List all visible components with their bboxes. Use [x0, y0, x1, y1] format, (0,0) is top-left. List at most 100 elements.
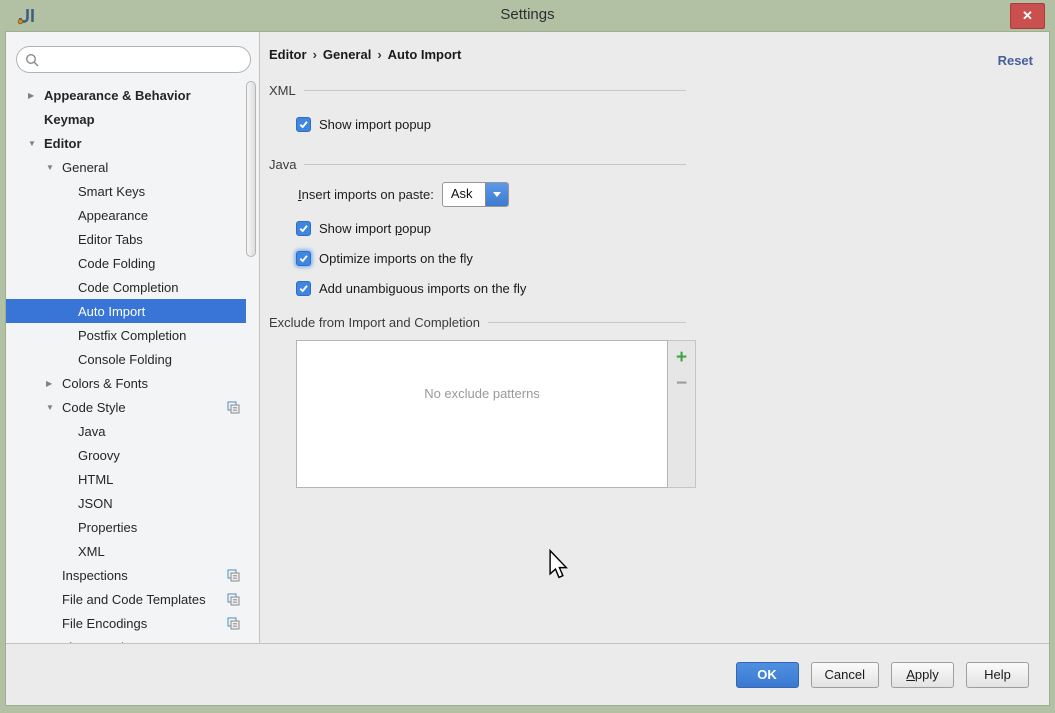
checkbox-checked-icon[interactable]	[296, 281, 311, 296]
search-icon	[25, 53, 39, 67]
sidebar-item-html[interactable]: HTML	[6, 467, 246, 491]
empty-list-text: No exclude patterns	[424, 386, 540, 401]
close-button[interactable]: ✕	[1010, 3, 1045, 29]
breadcrumb-auto-import: Auto Import	[388, 47, 462, 62]
checkbox-checked-icon[interactable]	[296, 221, 311, 236]
insert-imports-combobox[interactable]: Ask	[442, 182, 509, 207]
sidebar-item-label: Code Completion	[78, 280, 178, 295]
checkbox-checked-icon[interactable]	[296, 251, 311, 266]
java-section-title: Java	[269, 157, 296, 172]
sidebar-item-label: JSON	[78, 496, 113, 511]
chevron-right-icon[interactable]: ▶	[28, 91, 44, 100]
settings-window: Settings ✕ ▶Appearance & BehaviorKeymap▼…	[0, 0, 1055, 713]
remove-pattern-button[interactable]: −	[671, 372, 693, 394]
sidebar-item-code-folding[interactable]: Code Folding	[6, 251, 246, 275]
sidebar-item-live-templates[interactable]: Live Templates	[6, 635, 246, 643]
dialog-frame: ▶Appearance & BehaviorKeymap▼Editor▼Gene…	[5, 31, 1050, 706]
sidebar-item-label: Editor Tabs	[78, 232, 143, 247]
xml-show-import-popup-checkbox-row[interactable]: Show import popup	[296, 113, 1049, 135]
chevron-down-icon[interactable]: ▼	[46, 403, 62, 412]
sidebar-item-groovy[interactable]: Groovy	[6, 443, 246, 467]
sidebar-item-keymap[interactable]: Keymap	[6, 107, 246, 131]
breadcrumb-editor[interactable]: Editor	[269, 47, 307, 62]
sidebar-item-general[interactable]: ▼General	[6, 155, 246, 179]
optimize-imports-checkbox-row[interactable]: Optimize imports on the fly	[296, 247, 1049, 269]
breadcrumb-general[interactable]: General	[323, 47, 371, 62]
exclude-section-header: Exclude from Import and Completion	[269, 315, 686, 330]
settings-sidebar: ▶Appearance & BehaviorKeymap▼Editor▼Gene…	[6, 32, 260, 643]
settings-search-input[interactable]	[44, 50, 242, 70]
sidebar-item-properties[interactable]: Properties	[6, 515, 246, 539]
sidebar-item-inspections[interactable]: Inspections	[6, 563, 246, 587]
sidebar-item-json[interactable]: JSON	[6, 491, 246, 515]
sidebar-item-console-folding[interactable]: Console Folding	[6, 347, 246, 371]
help-button[interactable]: Help	[966, 662, 1029, 688]
sidebar-item-label: File Encodings	[62, 616, 147, 631]
sidebar-item-code-style[interactable]: ▼Code Style	[6, 395, 246, 419]
sidebar-item-smart-keys[interactable]: Smart Keys	[6, 179, 246, 203]
sidebar-item-label: Groovy	[78, 448, 120, 463]
section-divider	[304, 164, 686, 165]
chevron-down-icon	[493, 192, 501, 197]
sidebar-item-xml[interactable]: XML	[6, 539, 246, 563]
sidebar-item-editor-tabs[interactable]: Editor Tabs	[6, 227, 246, 251]
checkbox-checked-icon[interactable]	[296, 117, 311, 132]
sidebar-item-label: Appearance	[78, 208, 148, 223]
sidebar-scrollbar-thumb[interactable]	[246, 81, 256, 257]
sidebar-item-label: Postfix Completion	[78, 328, 186, 343]
sidebar-item-java[interactable]: Java	[6, 419, 246, 443]
reset-link[interactable]: Reset	[998, 53, 1033, 68]
add-unambiguous-imports-checkbox-row[interactable]: Add unambiguous imports on the fly	[296, 277, 1049, 299]
sidebar-item-appearance[interactable]: Appearance	[6, 203, 246, 227]
xml-section-title: XML	[269, 83, 296, 98]
sidebar-item-label: Keymap	[44, 112, 95, 127]
sidebar-item-label: Auto Import	[78, 304, 145, 319]
exclude-list-toolbar: + −	[668, 340, 696, 488]
combobox-value: Ask	[443, 183, 485, 206]
ok-button[interactable]: OK	[736, 662, 799, 688]
sidebar-item-label: General	[62, 160, 108, 175]
cancel-button[interactable]: Cancel	[811, 662, 879, 688]
section-divider	[488, 322, 686, 323]
java-show-import-popup-checkbox-row[interactable]: Show import popup	[296, 217, 1049, 239]
insert-imports-label: Insert imports on paste:	[298, 187, 434, 202]
settings-content: Editor › General › Auto Import Reset XML	[260, 32, 1049, 643]
button-bar: OK Cancel Apply Help	[6, 643, 1049, 705]
checkbox-label: Optimize imports on the fly	[319, 251, 473, 266]
chevron-right-icon[interactable]: ▶	[46, 379, 62, 388]
per-project-settings-icon	[227, 569, 240, 582]
sidebar-item-label: XML	[78, 544, 105, 559]
sidebar-item-label: Inspections	[62, 568, 128, 583]
combobox-dropdown-button[interactable]	[485, 183, 508, 206]
exclude-section-title: Exclude from Import and Completion	[269, 315, 480, 330]
exclude-patterns-group: No exclude patterns + −	[296, 340, 696, 488]
sidebar-item-label: Editor	[44, 136, 82, 151]
sidebar-item-file-and-code-templates[interactable]: File and Code Templates	[6, 587, 246, 611]
chevron-down-icon[interactable]: ▼	[28, 139, 44, 148]
per-project-settings-icon	[227, 401, 240, 414]
sidebar-item-auto-import[interactable]: Auto Import	[6, 299, 246, 323]
sidebar-item-appearance-behavior[interactable]: ▶Appearance & Behavior	[6, 83, 246, 107]
section-divider	[304, 90, 686, 91]
java-section-header: Java	[269, 157, 686, 172]
minus-icon: −	[676, 374, 687, 393]
sidebar-item-file-encodings[interactable]: File Encodings	[6, 611, 246, 635]
sidebar-item-label: Code Style	[62, 400, 126, 415]
sidebar-item-label: HTML	[78, 472, 113, 487]
sidebar-item-postfix-completion[interactable]: Postfix Completion	[6, 323, 246, 347]
sidebar-item-editor[interactable]: ▼Editor	[6, 131, 246, 155]
add-pattern-button[interactable]: +	[671, 346, 693, 368]
sidebar-item-label: File and Code Templates	[62, 592, 206, 607]
chevron-down-icon[interactable]: ▼	[46, 163, 62, 172]
sidebar-item-label: Colors & Fonts	[62, 376, 148, 391]
search-box[interactable]	[16, 46, 251, 73]
sidebar-item-label: Live Templates	[62, 640, 148, 644]
apply-button[interactable]: Apply	[891, 662, 954, 688]
checkbox-label: Show import popup	[319, 117, 431, 132]
checkbox-label: Add unambiguous imports on the fly	[319, 281, 526, 296]
sidebar-item-label: Code Folding	[78, 256, 155, 271]
sidebar-item-colors-fonts[interactable]: ▶Colors & Fonts	[6, 371, 246, 395]
sidebar-item-label: Appearance & Behavior	[44, 88, 191, 103]
sidebar-item-code-completion[interactable]: Code Completion	[6, 275, 246, 299]
exclude-patterns-list[interactable]: No exclude patterns	[296, 340, 668, 488]
